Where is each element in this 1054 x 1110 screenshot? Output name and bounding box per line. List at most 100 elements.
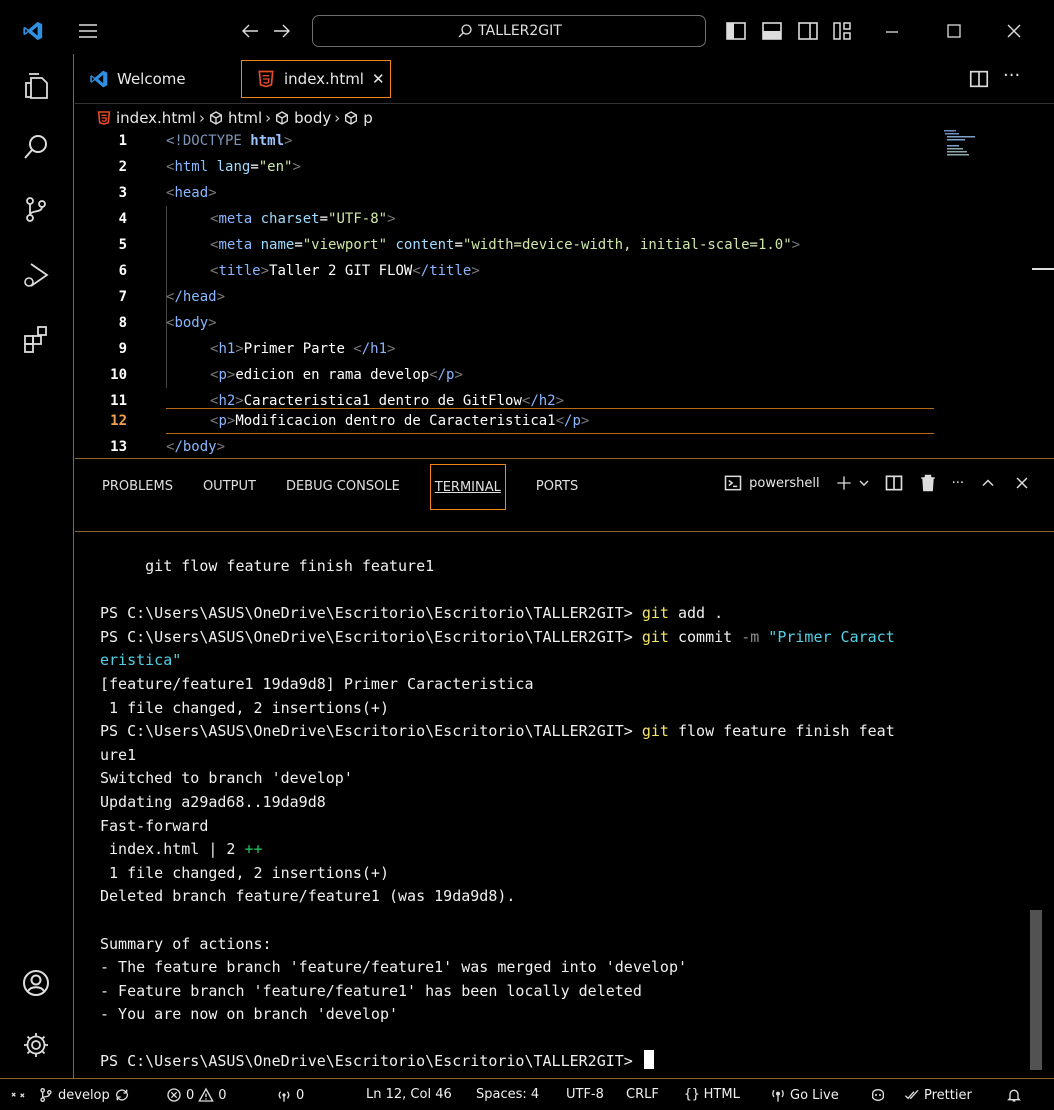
tag-name: meta [218,237,253,253]
breadcrumb-item-p[interactable]: p [343,109,373,127]
line-number: 8 [118,315,127,331]
broadcast-icon [770,1087,786,1103]
notifications-bell-icon[interactable] [1006,1087,1022,1103]
line-number: 9 [118,341,127,357]
remote-indicator-icon[interactable] [10,1087,26,1103]
tag-name: title [429,263,472,279]
terminal-scrollbar[interactable] [1030,910,1042,1070]
terminal-prompt: PS C:\Users\ASUS\OneDrive\Escritorio\Esc… [100,1050,960,1074]
html5-icon [96,110,112,126]
tag-name: title [218,263,261,279]
terminal-line: - Feature branch 'feature/feature1' has … [100,981,642,1000]
arrow-right-icon[interactable] [270,19,294,43]
breadcrumb-item-html[interactable]: html [208,109,262,127]
text-content: Primer Parte [243,341,354,357]
code-text: <h1>Primer Parte </h1> [210,341,396,357]
trash-icon[interactable] [918,473,938,493]
tag-name: p [218,367,227,383]
explorer-icon[interactable] [21,70,51,100]
customize-layout-icon[interactable] [830,19,854,43]
prettier-indicator[interactable]: Prettier [904,1087,972,1103]
editor-tabs: Welcome index.html ✕ ··· [75,54,1054,104]
code-line: 2 <html lang="en"> [75,154,955,180]
tab-debug-console[interactable]: DEBUG CONSOLE [286,464,400,510]
code-text: </body> [166,439,226,455]
extensions-icon[interactable] [21,324,51,354]
more-actions-icon[interactable]: ··· [1003,65,1020,86]
ports-indicator[interactable]: 0 [276,1087,304,1103]
plus-icon[interactable] [834,473,854,493]
end-of-line[interactable]: CRLF [626,1087,659,1102]
tab-terminal[interactable]: TERMINAL [429,464,506,510]
tag-name: /h2 [530,393,556,409]
panel-tabs: PROBLEMS OUTPUT DEBUG CONSOLE TERMINAL P… [102,464,608,510]
toggle-panel-icon[interactable] [760,19,784,43]
indentation[interactable]: Spaces: 4 [476,1087,539,1102]
attr-name: name [260,237,295,253]
chevron-up-icon[interactable] [978,473,998,493]
close-tab-icon[interactable]: ✕ [372,70,385,88]
line-number: 2 [118,159,127,175]
tab-index-html[interactable]: index.html ✕ [241,60,391,98]
attr-value: "en" [258,159,293,175]
tab-problems[interactable]: PROBLEMS [102,464,173,510]
line-number: 4 [118,211,127,227]
attr-name: charset [260,211,320,227]
maximize-icon[interactable] [942,19,966,43]
cursor-position[interactable]: Ln 12, Col 46 [366,1087,452,1102]
gear-icon[interactable] [21,1030,51,1060]
toggle-secondary-sidebar-icon[interactable] [796,19,820,43]
more-actions-icon[interactable]: ··· [952,476,964,491]
arrow-left-icon[interactable] [238,19,262,43]
line-number: 1 [118,133,127,149]
minimize-icon[interactable] [880,19,904,43]
error-icon [166,1087,182,1103]
minimap[interactable] [944,128,978,168]
split-editor-icon[interactable] [968,68,992,92]
branch-indicator[interactable]: develop [38,1087,130,1103]
toggle-primary-sidebar-icon[interactable] [724,19,748,43]
doctype-keyword: <!DOCTYPE [166,133,242,149]
split-terminal-icon[interactable] [884,473,904,493]
code-line: 1 <!DOCTYPE html> [75,128,955,154]
language-mode[interactable]: {} HTML [684,1087,740,1102]
attr-name: content [395,237,455,253]
source-control-icon[interactable] [21,194,51,224]
terminal-shell-selector[interactable]: powershell [723,473,820,493]
tab-welcome[interactable]: Welcome [75,60,235,98]
go-live-button[interactable]: Go Live [770,1087,839,1103]
tab-ports[interactable]: PORTS [536,464,578,510]
search-icon[interactable] [21,132,51,162]
line-number: 10 [110,367,127,383]
code-text: <p>edicion en rama develop</p> [210,367,463,383]
command-center-search[interactable]: TALLER2GIT [312,15,706,47]
ports-count: 0 [296,1087,305,1103]
code-editor[interactable]: 1 <!DOCTYPE html> 2 <html lang="en"> 3 <… [75,128,1054,458]
tag-name: p [218,413,227,429]
problems-indicator[interactable]: 0 0 [166,1087,227,1103]
breadcrumb-item-body[interactable]: body [274,109,331,127]
attr-name: lang [216,159,251,175]
text-content: edicion en rama develop [235,367,430,383]
line-number: 12 [110,413,127,429]
activity-bar [0,54,74,1078]
copilot-icon[interactable] [870,1087,886,1103]
account-icon[interactable] [21,968,51,998]
line-number: 5 [118,237,127,253]
code-text: <body> [166,315,217,331]
hamburger-menu-icon[interactable] [76,19,100,43]
terminal-line: - You are now on branch 'develop' [100,1005,399,1024]
chevron-down-icon[interactable] [858,473,870,493]
run-debug-icon[interactable] [21,260,51,290]
terminal-output[interactable]: git flow feature finish feature1 PS C:\U… [100,555,960,1074]
terminal-line: ure1 [100,745,137,764]
sync-icon[interactable] [114,1087,130,1103]
double-check-icon [904,1087,920,1103]
close-window-icon[interactable] [1002,19,1026,43]
close-panel-icon[interactable] [1012,473,1032,493]
tab-output[interactable]: OUTPUT [203,464,256,510]
code-line: 8 <body> [75,310,955,336]
terminal-line: PS C:\Users\ASUS\OneDrive\Escritorio\Esc… [100,627,895,646]
encoding[interactable]: UTF-8 [566,1087,604,1102]
breadcrumb-item-file[interactable]: index.html [96,109,196,127]
